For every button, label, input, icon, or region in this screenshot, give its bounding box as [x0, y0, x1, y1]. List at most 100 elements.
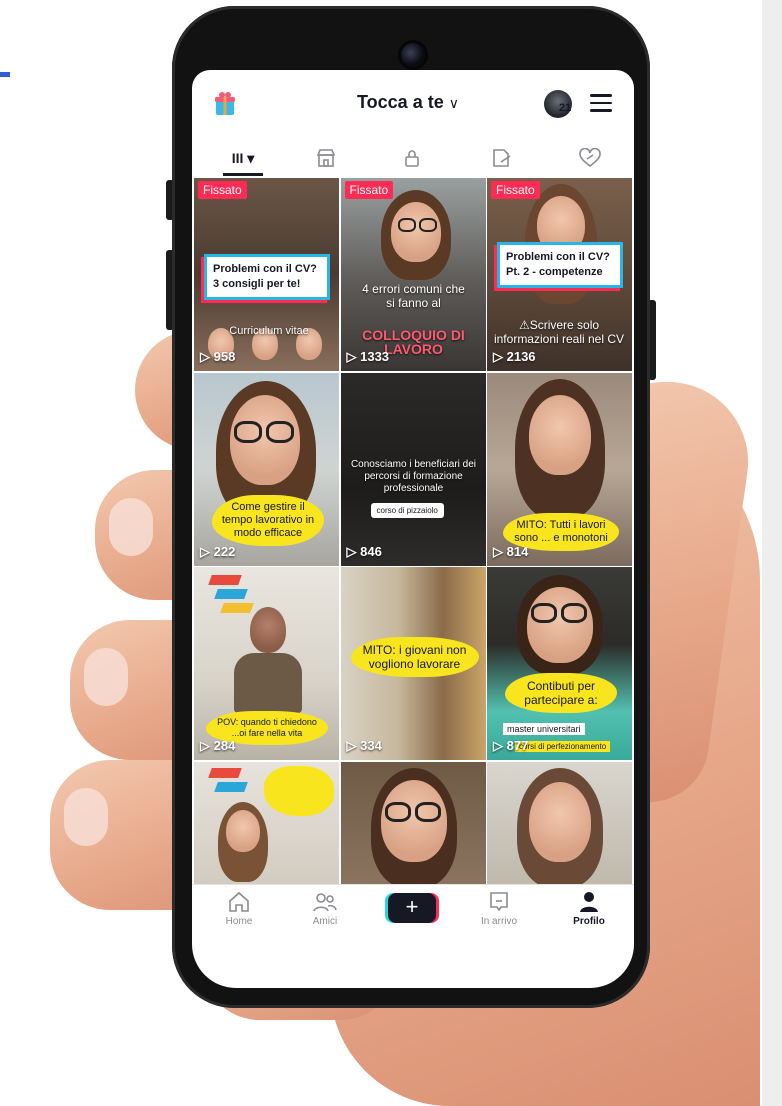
- video-thumbnail[interactable]: [487, 761, 632, 884]
- top-bar: Tocca a te ∨ 21: [192, 70, 634, 140]
- video-caption: Problemi con il CV? 3 consigli per te!: [204, 254, 330, 300]
- view-count: ▷ 284: [200, 738, 236, 753]
- video-thumbnail[interactable]: Conosciamo i beneficiari dei percorsi di…: [340, 372, 486, 566]
- video-overlay-text: corsi di perfezionamento: [515, 741, 611, 752]
- tab-private[interactable]: [382, 140, 442, 176]
- tab-liked[interactable]: [560, 140, 620, 176]
- bottom-nav: Home Amici + In arrivo Profilo: [192, 884, 634, 944]
- tab-videos[interactable]: III ▾: [213, 140, 273, 176]
- video-thumbnail[interactable]: POV: quando ti chiedono ...oi fare nella…: [194, 567, 339, 760]
- logo-stripe: [220, 603, 254, 613]
- video-thumbnail[interactable]: Fissato Problemi con il CV? Pt. 2 - comp…: [487, 178, 632, 371]
- video-thumbnail[interactable]: MITO: Tutti i lavori sono ... e monotoni…: [487, 372, 632, 566]
- view-count: ▷ 877: [493, 738, 529, 753]
- pinned-badge: Fissato: [491, 181, 540, 199]
- shop-icon: [316, 149, 336, 167]
- video-thumbnail[interactable]: MITO: i giovani non vogliono lavorare ▷ …: [340, 567, 486, 760]
- video-thumbnail[interactable]: Fissato Problemi con il CV? 3 consigli p…: [194, 178, 339, 371]
- view-count: ▷ 222: [200, 543, 236, 559]
- tab-shop[interactable]: [296, 140, 356, 176]
- front-camera: [398, 40, 428, 70]
- page-title: Tocca a te: [357, 92, 444, 112]
- view-count: ▷ 958: [200, 349, 236, 364]
- pinned-badge: Fissato: [198, 181, 247, 199]
- view-count: ▷ 334: [346, 738, 382, 753]
- profile-tabs: III ▾: [192, 140, 634, 176]
- tab-underline: [223, 173, 263, 176]
- video-thumbnail[interactable]: [340, 761, 486, 884]
- nav-label: Home: [225, 916, 253, 927]
- video-thumbnail[interactable]: Come gestire il tempo lavorativo in modo…: [194, 372, 339, 566]
- create-button[interactable]: +: [388, 893, 436, 923]
- view-count: ▷ 846: [346, 543, 382, 559]
- person-face: [527, 587, 593, 663]
- profile-icon: [580, 892, 598, 912]
- grid-icon: III ▾: [231, 149, 255, 166]
- video-overlay-text: Conosciamo i beneficiari dei percorsi di…: [350, 458, 477, 494]
- side-strip: [762, 0, 782, 1106]
- chevron-down-icon: ∨: [448, 95, 459, 111]
- glasses: [397, 218, 416, 232]
- glasses: [384, 801, 411, 822]
- view-count: ▷ 814: [493, 543, 529, 559]
- pinned-badge: Fissato: [344, 181, 394, 199]
- video-caption: Come gestire il tempo lavorativo in modo…: [212, 494, 324, 546]
- nav-friends[interactable]: Amici: [290, 891, 360, 927]
- menu-icon[interactable]: [590, 94, 612, 112]
- view-count: ▷ 2136: [493, 349, 536, 364]
- friends-icon: [313, 893, 337, 912]
- glasses: [418, 218, 437, 232]
- video-caption: MITO: i giovani non vogliono lavorare: [350, 637, 479, 677]
- plus-icon: +: [405, 894, 419, 919]
- fingernail: [84, 648, 128, 706]
- video-overlay-text: Curriculum vitae: [229, 325, 309, 337]
- nav-label: Profilo: [573, 916, 605, 927]
- glasses: [266, 420, 294, 443]
- fingernail: [64, 788, 108, 846]
- person-face: [390, 202, 441, 262]
- logo-stripe: [208, 575, 242, 585]
- home-icon: [229, 891, 249, 912]
- video-caption: Contibuti per partecipare a:: [505, 673, 617, 713]
- video-caption: Problemi con il CV? Pt. 2 - competenze: [497, 242, 623, 288]
- logo-stripe: [214, 781, 248, 792]
- video-chip: corso di pizzaiolo: [370, 502, 444, 518]
- logo-stripe: [208, 767, 242, 778]
- tab-reposts[interactable]: [472, 140, 532, 176]
- view-count: ▷ 1333: [346, 349, 390, 364]
- inbox-icon: [490, 892, 508, 912]
- video-thumbnail[interactable]: [194, 761, 339, 884]
- video-overlay-text: ⚠Scrivere solo informazioni reali nel CV: [493, 318, 625, 346]
- notification-count: 21: [559, 102, 572, 114]
- person-face: [529, 394, 591, 475]
- account-switcher[interactable]: Tocca a te ∨: [357, 92, 459, 113]
- nav-home[interactable]: Home: [204, 891, 274, 927]
- fingernail: [109, 498, 153, 556]
- glasses: [531, 603, 557, 623]
- video-grid: Fissato Problemi con il CV? 3 consigli p…: [194, 178, 632, 884]
- person-body: [234, 653, 302, 713]
- lock-icon: [405, 150, 419, 167]
- person-face: [226, 809, 260, 852]
- glasses: [414, 801, 441, 822]
- gift-icon[interactable]: [214, 90, 236, 116]
- video-overlay-text: master universitari: [503, 723, 585, 735]
- person-face: [250, 607, 286, 653]
- nav-inbox[interactable]: In arrivo: [464, 891, 534, 927]
- glasses: [561, 603, 587, 623]
- nav-profile[interactable]: Profilo: [554, 891, 624, 927]
- nav-label: In arrivo: [480, 916, 518, 927]
- person-face: [529, 781, 591, 862]
- accent-mark: [0, 72, 10, 77]
- stage: Tocca a te ∨ 21 III ▾ Fissato Problemi c…: [0, 0, 782, 1106]
- glasses: [234, 420, 262, 443]
- logo-stripe: [214, 589, 248, 599]
- repost-icon: [493, 149, 511, 167]
- video-thumbnail[interactable]: Contibuti per partecipare a: master univ…: [487, 567, 632, 760]
- video-overlay-text: 4 errori comuni che si fanno al: [362, 282, 465, 310]
- liked-heart-icon: [579, 148, 601, 168]
- phone-screen: Tocca a te ∨ 21 III ▾ Fissato Problemi c…: [192, 70, 634, 988]
- video-thumbnail[interactable]: Fissato 4 errori comuni che si fanno al …: [340, 178, 486, 371]
- speech-bubble: [264, 765, 334, 816]
- nav-label: Amici: [312, 916, 338, 927]
